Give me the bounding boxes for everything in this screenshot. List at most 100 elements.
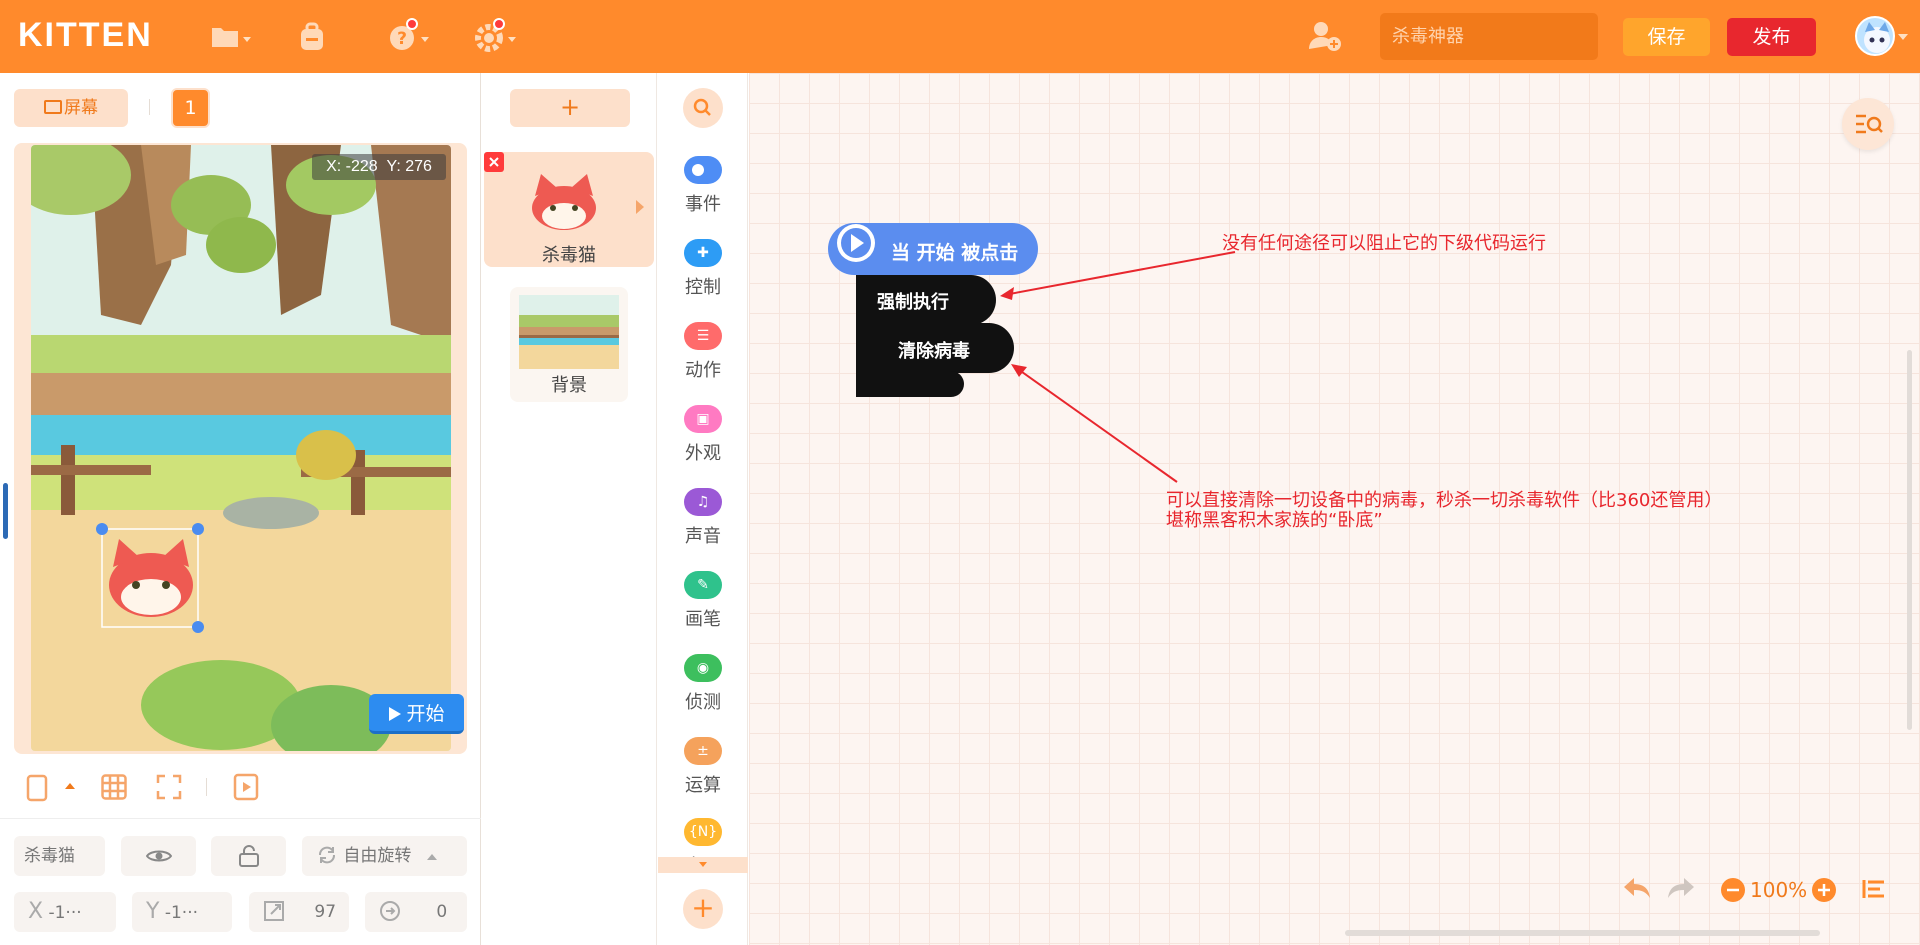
category-variables[interactable]: {N}变量: [658, 818, 748, 857]
scroll-categories-button[interactable]: [658, 857, 748, 873]
rotation-mode-label: 自由旋转: [343, 846, 412, 866]
unlock-icon: [238, 845, 259, 867]
divider: [149, 99, 150, 115]
visibility-toggle[interactable]: [121, 836, 196, 876]
eye-icon: [145, 850, 172, 862]
background-card[interactable]: 背景: [510, 287, 628, 402]
category-control[interactable]: ✚ 控制: [658, 239, 748, 299]
screen-orientation-icon[interactable]: [26, 774, 48, 802]
x-label: X: [28, 899, 44, 924]
direction-value: 0: [436, 902, 448, 922]
screen-number-tab[interactable]: 1: [171, 88, 210, 128]
mouse-coordinates: X: -228 Y: 276: [312, 154, 446, 180]
scale-icon: [264, 901, 284, 921]
annotation-text: 没有任何途径可以阻止它的下级代码运行: [1222, 233, 1546, 254]
category-sensing[interactable]: ◉ 侦测: [658, 654, 748, 714]
grid-icon[interactable]: [101, 774, 127, 800]
vertical-scrollbar[interactable]: [1907, 350, 1912, 730]
category-label: 控制: [685, 277, 721, 298]
settings-menu-button[interactable]: [475, 18, 516, 54]
annotation-arrows: [1000, 251, 1236, 483]
forest-scene: [31, 145, 451, 751]
zoom-level: 100%: [1750, 878, 1808, 902]
zoom-in-icon[interactable]: [1811, 877, 1837, 903]
add-sprite-button[interactable]: +: [510, 89, 630, 127]
block-category-panel: 事件 ✚ 控制 ☰ 动作 ▣ 外观 ♫ 声音 ✎ 画笔 ◉ 侦测 ± 运算 {N}变量 +: [658, 73, 748, 945]
events-icon: [684, 156, 722, 184]
add-collaborator-icon[interactable]: [1307, 19, 1343, 53]
category-looks[interactable]: ▣ 外观: [658, 405, 748, 465]
fullscreen-icon[interactable]: [156, 774, 182, 800]
redo-icon[interactable]: [1666, 875, 1696, 901]
help-menu-button[interactable]: ?: [388, 18, 429, 54]
coord-x: X: -228: [326, 158, 378, 175]
y-label: Y: [146, 899, 160, 924]
music-note-icon: ♫: [684, 488, 722, 516]
sensing-icon: ◉: [684, 654, 722, 682]
screen-label: 屏幕: [64, 98, 98, 118]
chevron-down-icon: [699, 862, 707, 867]
backpack-icon: [301, 22, 323, 50]
rotation-mode-select[interactable]: 自由旋转: [302, 836, 467, 876]
category-events[interactable]: 事件: [658, 156, 748, 216]
play-icon: [837, 224, 875, 262]
start-label: 开始: [406, 703, 445, 725]
clear-virus-label: 清除病毒: [898, 341, 970, 362]
variables-icon: {N}: [684, 818, 722, 846]
category-label: 运算: [685, 775, 721, 796]
top-bar: KITTEN ? 杀毒神器 保存 发布: [0, 0, 1920, 73]
stage-resize-handle[interactable]: [3, 483, 8, 539]
record-video-icon[interactable]: [233, 773, 259, 801]
direction-field[interactable]: 0: [365, 892, 467, 932]
publish-button[interactable]: 发布: [1727, 18, 1816, 56]
avatar[interactable]: [1855, 16, 1895, 56]
play-icon: [389, 707, 402, 721]
direction-icon: [380, 901, 400, 921]
category-sound[interactable]: ♫ 声音: [658, 488, 748, 548]
zoom-out-icon[interactable]: [1720, 877, 1746, 903]
workspace-search-button[interactable]: [1842, 98, 1894, 150]
chevron-up-icon: [426, 854, 437, 860]
x-value: -1···: [48, 903, 82, 923]
stage-canvas[interactable]: [31, 145, 451, 751]
cat-sprite-thumbnail: [532, 174, 596, 230]
x-position-field[interactable]: X -1···: [14, 892, 116, 932]
divider: [0, 818, 481, 819]
project-name-input[interactable]: 杀毒神器: [1380, 13, 1598, 60]
chevron-up-icon[interactable]: [65, 782, 75, 790]
category-label: 事件: [685, 194, 721, 215]
delete-sprite-button[interactable]: [484, 152, 504, 172]
category-operators[interactable]: ± 运算: [658, 737, 748, 797]
looks-icon: ▣: [684, 405, 722, 433]
start-button[interactable]: 开始: [369, 694, 464, 734]
coord-y: Y: 276: [386, 158, 432, 175]
clean-up-blocks-icon[interactable]: [1862, 878, 1886, 900]
motion-icon: ☰: [684, 322, 722, 350]
screen-button[interactable]: 屏幕: [14, 89, 128, 127]
category-label: 动作: [685, 360, 721, 381]
svg-text:?: ?: [397, 29, 407, 49]
undo-icon[interactable]: [1622, 875, 1652, 901]
chevron-right-icon[interactable]: [636, 200, 644, 214]
annotation-text: 堪称黑客积木家族的“卧底”: [1166, 510, 1383, 531]
y-position-field[interactable]: Y -1···: [132, 892, 232, 932]
horizontal-scrollbar[interactable]: [1345, 930, 1820, 936]
y-value: -1···: [164, 903, 199, 923]
add-extension-button[interactable]: +: [683, 889, 723, 929]
backpack-button[interactable]: [298, 20, 326, 54]
lock-toggle[interactable]: [211, 836, 286, 876]
block-search-button[interactable]: [683, 88, 723, 128]
sprite-card[interactable]: 杀毒猫: [484, 152, 654, 267]
user-avatar-icon: [1864, 22, 1890, 53]
category-motion[interactable]: ☰ 动作: [658, 322, 748, 382]
category-pen[interactable]: ✎ 画笔: [658, 571, 748, 631]
save-button[interactable]: 保存: [1623, 18, 1710, 56]
logo: KITTEN: [18, 16, 153, 54]
close-icon: [489, 157, 499, 167]
search-icon: [693, 98, 711, 116]
force-exec-label: 强制执行: [877, 292, 949, 313]
file-menu-button[interactable]: [210, 20, 251, 54]
sprite-name-field[interactable]: 杀毒猫: [14, 836, 105, 876]
size-field[interactable]: 97: [249, 892, 349, 932]
chevron-down-icon[interactable]: [1898, 34, 1908, 42]
